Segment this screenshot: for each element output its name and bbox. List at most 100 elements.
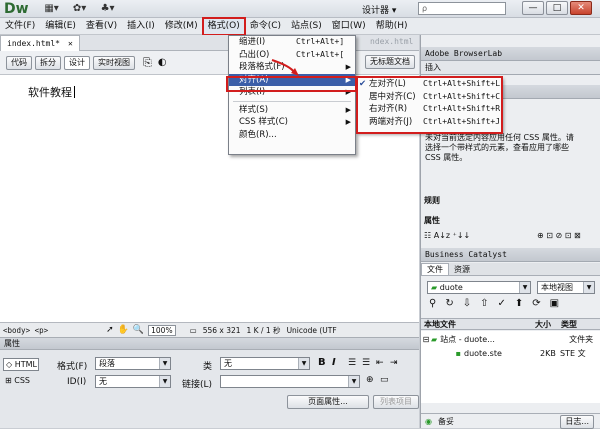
site-icon[interactable]: ♣▾: [97, 2, 119, 16]
list-item-button[interactable]: 列表项目: [373, 395, 419, 409]
italic-button[interactable]: I: [332, 357, 336, 368]
arrow-annotation: [271, 59, 299, 76]
menu-item-1[interactable]: 编辑(E): [40, 18, 81, 35]
zoom-tool-icon[interactable]: 🔍: [133, 325, 144, 335]
list-item[interactable]: ▪ duote.ste 2KB STE 文: [421, 347, 600, 359]
format-menu-item[interactable]: CSS 样式(C) ▶: [229, 116, 355, 129]
browse-folder-icon[interactable]: ▭: [380, 375, 389, 385]
format-select[interactable]: 段落 ▼: [95, 357, 171, 370]
connect-icon[interactable]: ⚲: [429, 298, 436, 309]
design-view-button[interactable]: 设计: [64, 55, 90, 70]
point-to-file-icon[interactable]: ⊕: [366, 375, 374, 385]
align-menu-item[interactable]: 两端对齐(J) Ctrl+Alt+Shift+J: [357, 116, 501, 129]
indent-icon[interactable]: ⇥: [390, 358, 398, 368]
class-select[interactable]: 无 ▼: [220, 357, 310, 370]
align-menu-item[interactable]: ✔ 左对齐(L) Ctrl+Alt+Shift+L: [357, 78, 501, 91]
tab-index-html-2[interactable]: ndex.html: [370, 37, 413, 46]
extend-icon[interactable]: ✿▾: [69, 2, 91, 16]
id-label: ID(I): [67, 377, 87, 387]
refresh-icon[interactable]: ↻: [445, 298, 453, 309]
workspace-switcher[interactable]: 设计器 ▾: [362, 3, 396, 16]
unordered-list-icon[interactable]: ☰: [348, 358, 356, 368]
get-files-icon[interactable]: ⇩: [463, 298, 471, 309]
site-select[interactable]: ▰ duote ▼: [427, 281, 531, 294]
expand-icon[interactable]: ▣: [550, 298, 559, 309]
files-header: 本地文件 大小 类型: [421, 318, 600, 330]
file-icon: ▪: [455, 348, 461, 358]
link-label: 链接(L): [182, 380, 213, 390]
put-files-icon[interactable]: ⇧: [480, 298, 488, 309]
id-select[interactable]: 无 ▼: [95, 375, 171, 388]
format-menu-item[interactable]: 颜色(R)...: [229, 129, 355, 142]
format-menu-item[interactable]: 列表(I) ▶: [229, 86, 355, 99]
window-size[interactable]: 556 x 321: [203, 326, 241, 335]
sync-icon[interactable]: ⟳: [532, 298, 540, 309]
align-menu-item[interactable]: 右对齐(R) Ctrl+Alt+Shift+R: [357, 103, 501, 116]
menu-item-5[interactable]: 格式(O): [201, 16, 246, 36]
title-bar: Dw ▦▾ ✿▾ ♣▾ 设计器 ▾ ρ — □ ✕: [0, 0, 600, 18]
html-mode-button[interactable]: ◇ HTML: [3, 358, 39, 371]
dreamweaver-logo: Dw: [4, 0, 29, 17]
tab-files[interactable]: 文件: [421, 262, 449, 276]
tab-index-html[interactable]: index.html* ✕: [0, 34, 80, 51]
maximize-button[interactable]: □: [546, 1, 568, 15]
outdent-icon[interactable]: ⇤: [376, 358, 384, 368]
window-size-icon[interactable]: ▭: [190, 326, 197, 335]
ordered-list-icon[interactable]: ☰: [362, 358, 370, 368]
search-input[interactable]: ρ: [418, 2, 506, 15]
attributes-label: 属性: [424, 216, 440, 225]
column-local[interactable]: 本地文件: [421, 319, 535, 330]
check-out-icon[interactable]: ✓: [498, 298, 506, 309]
download-weight: 1 K / 1 秒: [246, 325, 281, 335]
document-tabs: index.html* ✕ ndex.html: [0, 34, 419, 51]
menu-item-6[interactable]: 命令(C): [245, 18, 286, 35]
format-menu-item[interactable]: 缩进(I) Ctrl+Alt+]: [229, 36, 355, 49]
close-button[interactable]: ✕: [570, 1, 592, 15]
title-field[interactable]: 无标题文档: [365, 55, 415, 69]
list-item[interactable]: ⊟ ▰ 站点 - duote... 文件夹: [421, 333, 600, 345]
tag-selector[interactable]: <body> <p>: [3, 326, 48, 335]
tab-assets[interactable]: 资源: [449, 264, 475, 275]
format-menu-item[interactable]: 样式(S) ▶: [229, 104, 355, 117]
live-view-button[interactable]: 实时视图: [93, 55, 135, 70]
align-menu-item[interactable]: 居中对齐(C) Ctrl+Alt+Shift+C: [357, 91, 501, 104]
browserlab-panel-title[interactable]: Adobe BrowserLab: [421, 47, 600, 61]
css-panel-tools[interactable]: ⊕ ⊡ ⊘ ⊡ ⊠: [537, 231, 581, 240]
menu-item-9[interactable]: 帮助(H): [371, 18, 413, 35]
menu-item-4[interactable]: 修改(M): [160, 18, 203, 35]
menu-item-0[interactable]: 文件(F): [0, 18, 40, 35]
view-select[interactable]: 本地视图 ▼: [537, 281, 595, 294]
close-icon[interactable]: ✕: [68, 36, 73, 51]
business-catalyst-title[interactable]: Business Catalyst: [421, 248, 600, 262]
select-tool-icon[interactable]: ➚: [106, 325, 114, 335]
menu-item-2[interactable]: 查看(V): [81, 18, 122, 35]
show-category-icon[interactable]: ☷ A↓z ⁺↓↓: [424, 231, 470, 240]
bold-button[interactable]: B: [318, 357, 326, 368]
class-label: 类: [203, 362, 213, 372]
insert-panel-title[interactable]: 插入: [421, 61, 600, 75]
body-text[interactable]: 软件教程: [28, 84, 75, 100]
menu-item-7[interactable]: 站点(S): [286, 18, 327, 35]
submenu-arrow-icon: ▶: [345, 88, 351, 96]
minimize-button[interactable]: —: [522, 1, 544, 15]
menu-item-3[interactable]: 插入(I): [122, 18, 160, 35]
check-in-icon[interactable]: ⬆: [515, 298, 523, 309]
hand-tool-icon[interactable]: ✋: [118, 325, 129, 335]
split-view-button[interactable]: 拆分: [35, 55, 61, 70]
link-input[interactable]: ▼: [220, 375, 360, 388]
inspect-icon[interactable]: ◐: [158, 57, 167, 68]
submenu-arrow-icon: ▶: [345, 105, 351, 114]
zoom-select[interactable]: 100%: [148, 324, 176, 336]
page-properties-button[interactable]: 页面属性...: [287, 395, 369, 409]
layout-icon[interactable]: ▦▾: [41, 2, 63, 16]
column-size[interactable]: 大小: [535, 319, 561, 330]
code-view-button[interactable]: 代码: [6, 55, 32, 70]
column-type[interactable]: 类型: [561, 319, 577, 330]
log-button[interactable]: 日志...: [560, 415, 594, 429]
format-label: 格式(F): [57, 362, 88, 372]
menu-item-8[interactable]: 窗口(W): [327, 18, 371, 35]
css-mode-button[interactable]: ⊞ CSS: [3, 375, 39, 388]
live-code-icon[interactable]: ⎘: [143, 56, 152, 70]
encoding: Unicode (UTF: [286, 325, 337, 335]
file-list: ⊟ ▰ 站点 - duote... 文件夹 ▪ duote.ste 2KB STE…: [421, 331, 600, 403]
